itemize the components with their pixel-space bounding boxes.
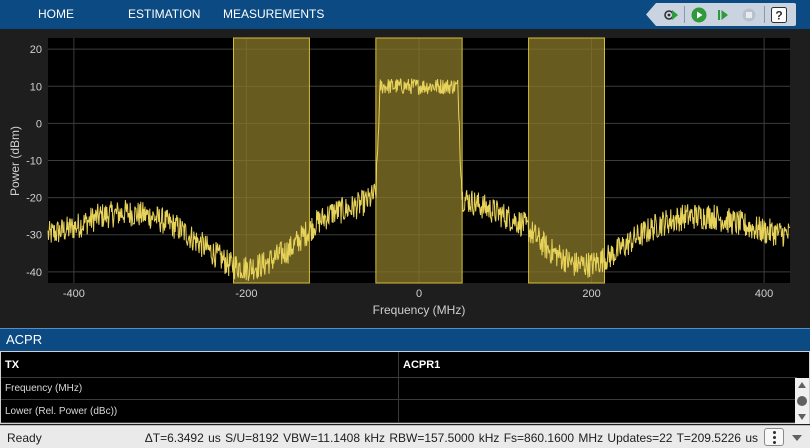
tab-measurements[interactable]: MEASUREMENTS — [223, 0, 324, 29]
x-tick-label: 200 — [582, 288, 600, 300]
spectrum-plot[interactable]: -400 -200 0 200 400 20 10 0 -10 -20 -30 -40 Power (… — [0, 29, 810, 327]
acpr-table: TX ACPR1 Frequency (MHz) Lower (Rel. Pow… — [0, 351, 810, 424]
status-info: ΔT=6.3492 us S/U=8192 VBW=11.1408 kHz RB… — [144, 431, 758, 445]
table-scrollbar[interactable] — [795, 378, 809, 424]
tab-estimation[interactable]: ESTIMATION — [128, 0, 200, 29]
table-row: Lower (Rel. Power (dBc)) — [1, 400, 797, 423]
acpr-title: ACPR — [6, 332, 43, 347]
scroll-up-icon[interactable] — [798, 382, 806, 388]
header-tx: TX — [5, 358, 20, 371]
quick-access-toolbar: ? — [646, 3, 796, 26]
y-tick-label: 20 — [30, 44, 42, 56]
tab-home[interactable]: HOME — [38, 0, 74, 29]
help-icon[interactable]: ? — [768, 3, 790, 26]
x-tick-label: -200 — [235, 288, 257, 300]
y-tick-label: -30 — [26, 230, 42, 242]
y-tick-label: 0 — [36, 118, 42, 130]
x-tick-label: -400 — [63, 288, 85, 300]
x-tick-label: 0 — [416, 288, 422, 300]
stop-icon[interactable] — [738, 3, 760, 26]
row-value — [398, 378, 797, 399]
chevron-down-icon[interactable] — [792, 435, 802, 441]
y-axis-label: Power (dBm) — [8, 126, 22, 196]
help-label: ? — [775, 8, 782, 22]
step-forward-icon[interactable] — [712, 3, 734, 26]
scroll-down-icon[interactable] — [798, 414, 806, 420]
toolbar-separator — [684, 6, 685, 23]
y-tick-label: -10 — [26, 156, 42, 168]
row-label: Frequency (MHz) — [5, 383, 83, 394]
spectrum-chart: -400 -200 0 200 400 20 10 0 -10 -20 -30 -40 Power (… — [8, 37, 791, 317]
table-header-row: TX ACPR1 — [1, 352, 797, 378]
run-icon[interactable] — [688, 3, 710, 26]
x-tick-label: 400 — [755, 288, 773, 300]
header-acpr1: ACPR1 — [398, 352, 797, 377]
x-axis-label: Frequency (MHz) — [373, 303, 466, 317]
y-tick-label: -40 — [26, 267, 42, 279]
table-row: Frequency (MHz) — [1, 378, 797, 400]
settings-run-icon[interactable] — [660, 3, 682, 26]
y-tick-label: -20 — [26, 193, 42, 205]
toolstrip: HOME ESTIMATION MEASUREMENTS ? — [0, 0, 810, 29]
more-options-icon[interactable] — [764, 428, 784, 446]
scroll-thumb[interactable] — [797, 396, 807, 406]
acpr-band-main — [375, 37, 463, 284]
status-ready: Ready — [7, 431, 42, 445]
toolbar-separator — [764, 6, 765, 23]
row-label: Lower (Rel. Power (dBc)) — [5, 405, 118, 417]
y-tick-label: 10 — [30, 81, 42, 93]
acpr-panel-header: ACPR — [0, 328, 810, 351]
status-bar: Ready ΔT=6.3492 us S/U=8192 VBW=11.1408 … — [0, 425, 810, 448]
row-value — [398, 400, 797, 422]
